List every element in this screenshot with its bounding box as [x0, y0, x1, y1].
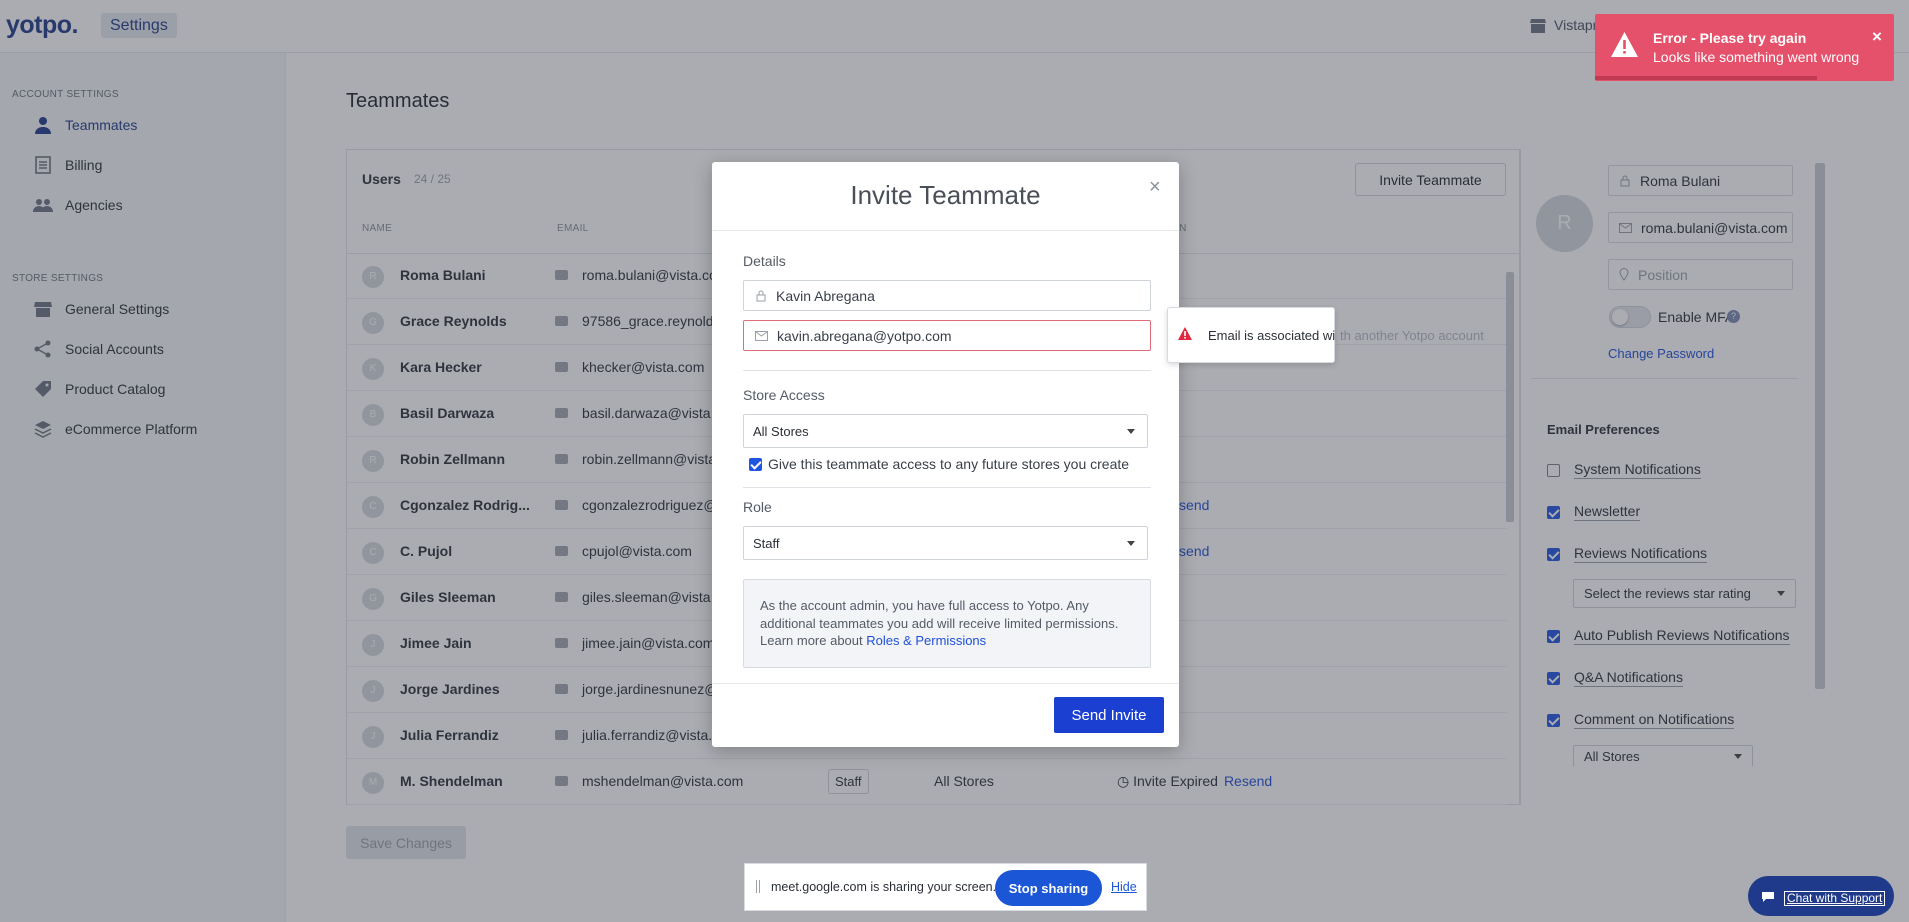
send-invite-button[interactable]: Send Invite — [1054, 697, 1164, 733]
close-icon[interactable]: × — [1149, 176, 1161, 199]
chat-with-support-label[interactable]: Chat with Support — [1784, 891, 1886, 906]
store-access-label: Store Access — [743, 387, 825, 403]
chat-bubble-icon — [1762, 892, 1774, 902]
warning-icon — [1178, 327, 1192, 340]
teammate-email-field[interactable]: kavin.abregana@yotpo.com — [743, 320, 1151, 351]
permissions-info-box: As the account admin, you have full acce… — [743, 579, 1151, 668]
mail-icon — [755, 330, 768, 341]
role-value: Staff — [753, 535, 780, 551]
roles-permissions-link[interactable]: Roles & Permissions — [866, 633, 986, 648]
store-access-value: All Stores — [753, 423, 809, 439]
role-select[interactable]: Staff — [743, 526, 1148, 560]
stop-sharing-button[interactable]: Stop sharing — [995, 870, 1102, 906]
error-toast — [1595, 14, 1894, 81]
future-stores-checkbox[interactable] — [749, 457, 762, 471]
toast-progress-bar — [1595, 76, 1817, 80]
toast-message: Looks like something went wrong — [1653, 49, 1860, 65]
details-label: Details — [743, 253, 786, 269]
divider — [713, 683, 1178, 684]
divider — [743, 370, 1151, 371]
toast-title: Error - Please try again — [1653, 30, 1807, 46]
future-stores-label: Give this teammate access to any future … — [768, 456, 1130, 472]
error-tooltip-overflow-text: th another Yotpo account — [1340, 328, 1484, 343]
email-error-message: Email is associated wi — [1208, 328, 1336, 343]
chevron-down-icon — [1127, 540, 1135, 546]
chevron-down-icon — [1127, 428, 1135, 434]
modal-title: Invite Teammate — [850, 180, 1041, 210]
warning-icon — [1611, 32, 1638, 57]
divider — [743, 487, 1151, 488]
hide-share-bar-link[interactable]: Hide — [1111, 880, 1137, 894]
divider — [713, 230, 1178, 231]
future-stores-checkbox-row[interactable]: Give this teammate access to any future … — [749, 456, 1129, 472]
drag-handle-icon[interactable] — [756, 880, 760, 893]
teammate-name-value: Kavin Abregana — [776, 287, 875, 304]
close-icon[interactable]: × — [1872, 27, 1882, 47]
teammate-email-value: kavin.abregana@yotpo.com — [777, 327, 952, 344]
store-access-select[interactable]: All Stores — [743, 414, 1148, 448]
role-label: Role — [743, 499, 772, 515]
screen-share-text: meet.google.com is sharing your screen. — [771, 880, 997, 894]
lock-icon — [756, 290, 766, 301]
teammate-name-field[interactable]: Kavin Abregana — [743, 280, 1151, 311]
